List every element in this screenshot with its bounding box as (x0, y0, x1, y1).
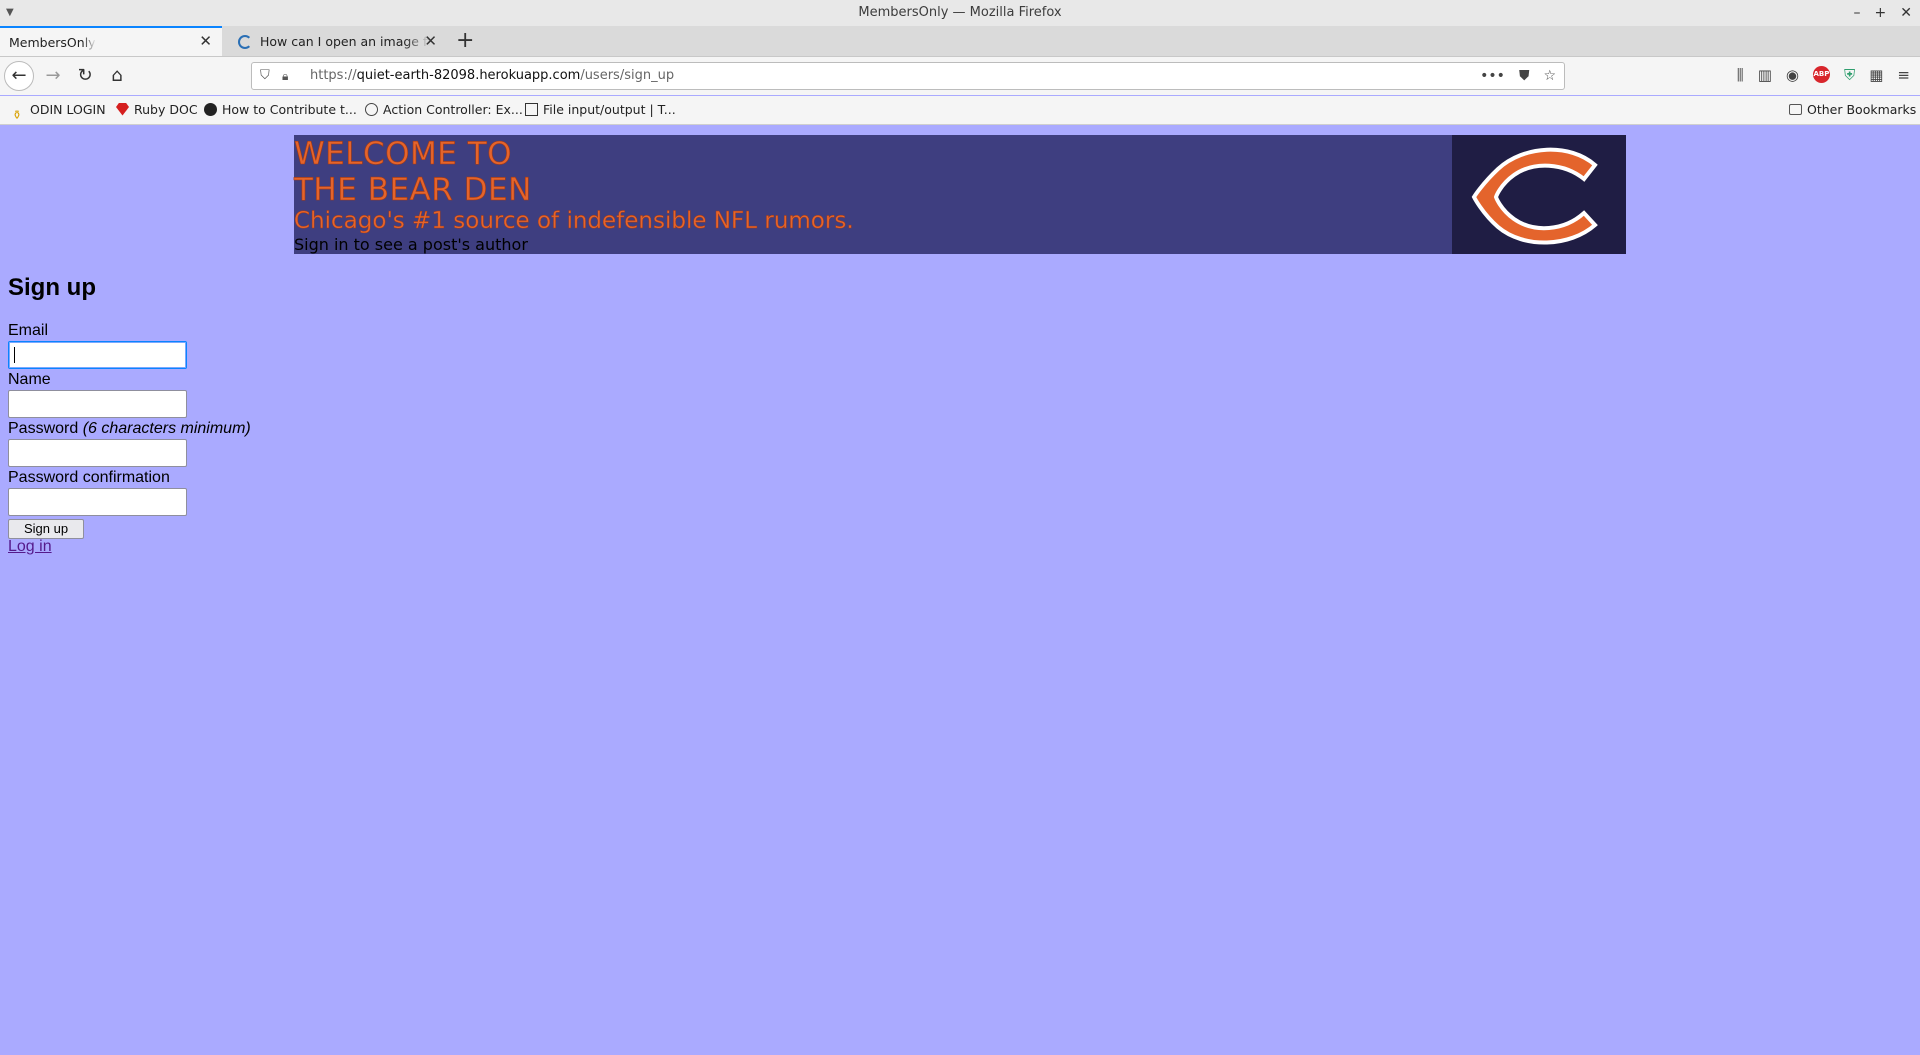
account-icon[interactable]: ◉ (1786, 66, 1799, 84)
home-icon[interactable]: ⌂ (102, 61, 132, 91)
bookmark-action-controller[interactable]: Action Controller: Ex... (365, 96, 523, 124)
close-tab-icon[interactable]: ✕ (199, 28, 212, 55)
email-field[interactable] (8, 341, 187, 369)
banner-title-line: THE BEAR DEN (294, 172, 532, 209)
bookmark-odin-login[interactable]: ⚱ ODIN LOGIN (12, 96, 106, 124)
bookmarks-toolbar: ⚱ ODIN LOGIN Ruby DOC How to Contribute t… (0, 96, 1920, 125)
text-cursor (14, 347, 15, 363)
extension-shield-icon[interactable]: ⛨ (1844, 66, 1855, 84)
window-menu-icon[interactable]: ▼ (6, 0, 14, 26)
toolbar-icons: ⫼ ▥ ◉ ABP ⛨ ▦ ≡ (1737, 66, 1910, 84)
hamburger-menu-icon[interactable]: ≡ (1897, 66, 1910, 84)
close-tab-icon[interactable]: ✕ (424, 26, 437, 56)
tab-stackoverflow[interactable]: How can I open an image file ✕ (229, 26, 447, 56)
navigation-toolbar: ← → ↻ ⌂ ⛉ 🔒︎ https://quiet-earth-82098.h… (0, 57, 1920, 95)
banner-welcome-line: WELCOME TO (294, 136, 513, 173)
bears-logo (1452, 135, 1626, 254)
pocket-icon[interactable]: ⛊ (1519, 63, 1530, 89)
sign-up-button[interactable]: Sign up (8, 519, 84, 539)
name-field[interactable] (8, 390, 187, 418)
bookmark-github-contribute[interactable]: How to Contribute t... (204, 96, 357, 124)
name-label: Name (8, 371, 51, 388)
email-label: Email (8, 322, 49, 339)
tab-strip: MembersOnly ✕ How can I open an image fi… (0, 26, 1920, 57)
folder-icon (1789, 103, 1802, 115)
page-title: Sign up (8, 274, 96, 301)
library-icon[interactable]: ⫼ (1737, 66, 1744, 84)
url-bar[interactable]: ⛉ 🔒︎ https://quiet-earth-82098.herokuapp… (251, 62, 1565, 90)
forward-arrow-icon[interactable]: → (38, 61, 68, 91)
window-titlebar: ▼ MembersOnly — Mozilla Firefox – + ✕ (0, 0, 1920, 26)
tab-label: MembersOnly (9, 35, 96, 50)
github-icon (204, 102, 217, 116)
tab-membersonly[interactable]: MembersOnly ✕ (0, 26, 222, 56)
password-confirmation-label: Password confirmation (8, 469, 170, 486)
bookmark-other-bookmarks[interactable]: Other Bookmarks (1789, 96, 1916, 124)
close-window-icon[interactable]: ✕ (1900, 0, 1912, 26)
password-field[interactable] (8, 439, 187, 467)
reload-icon[interactable]: ↻ (70, 61, 100, 91)
odin-icon: ⚱ (12, 108, 23, 122)
lock-icon[interactable]: 🔒︎ (282, 63, 288, 89)
url-text[interactable]: https://quiet-earth-82098.herokuapp.com/… (310, 63, 674, 89)
site-banner: WELCOME TO THE BEAR DEN Chicago's #1 sou… (294, 135, 1626, 254)
ruby-icon (116, 102, 129, 116)
new-tab-icon[interactable]: + (456, 26, 474, 56)
page-icon (525, 102, 538, 116)
bookmark-ruby-doc[interactable]: Ruby DOC (116, 96, 198, 124)
minimize-icon[interactable]: – (1854, 0, 1861, 26)
password-confirmation-field[interactable] (8, 488, 187, 516)
extensions-icon[interactable]: ▦ (1869, 66, 1883, 84)
password-label: Password (6 characters minimum) (8, 420, 251, 437)
bookmark-star-icon[interactable]: ☆ (1543, 63, 1556, 89)
bears-c-logo-icon (1471, 147, 1598, 245)
tracking-shield-icon[interactable]: ⛉ (260, 63, 270, 89)
bookmark-file-io[interactable]: File input/output | T... (525, 96, 676, 124)
back-arrow-icon[interactable]: ← (4, 61, 34, 91)
globe-icon (365, 102, 378, 116)
sidebar-icon[interactable]: ▥ (1758, 66, 1772, 84)
password-hint: (6 characters minimum) (82, 420, 251, 437)
banner-signin-note: Sign in to see a post's author (294, 235, 528, 254)
banner-tagline: Chicago's #1 source of indefensible NFL … (294, 208, 854, 234)
page-actions-icon[interactable]: ••• (1480, 63, 1505, 89)
window-title: MembersOnly — Mozilla Firefox (858, 5, 1062, 20)
loading-icon (238, 34, 252, 49)
adblock-icon[interactable]: ABP (1812, 66, 1830, 83)
maximize-icon[interactable]: + (1875, 0, 1887, 26)
log-in-link[interactable]: Log in (8, 538, 52, 556)
tab-label: How can I open an image file (260, 33, 430, 49)
